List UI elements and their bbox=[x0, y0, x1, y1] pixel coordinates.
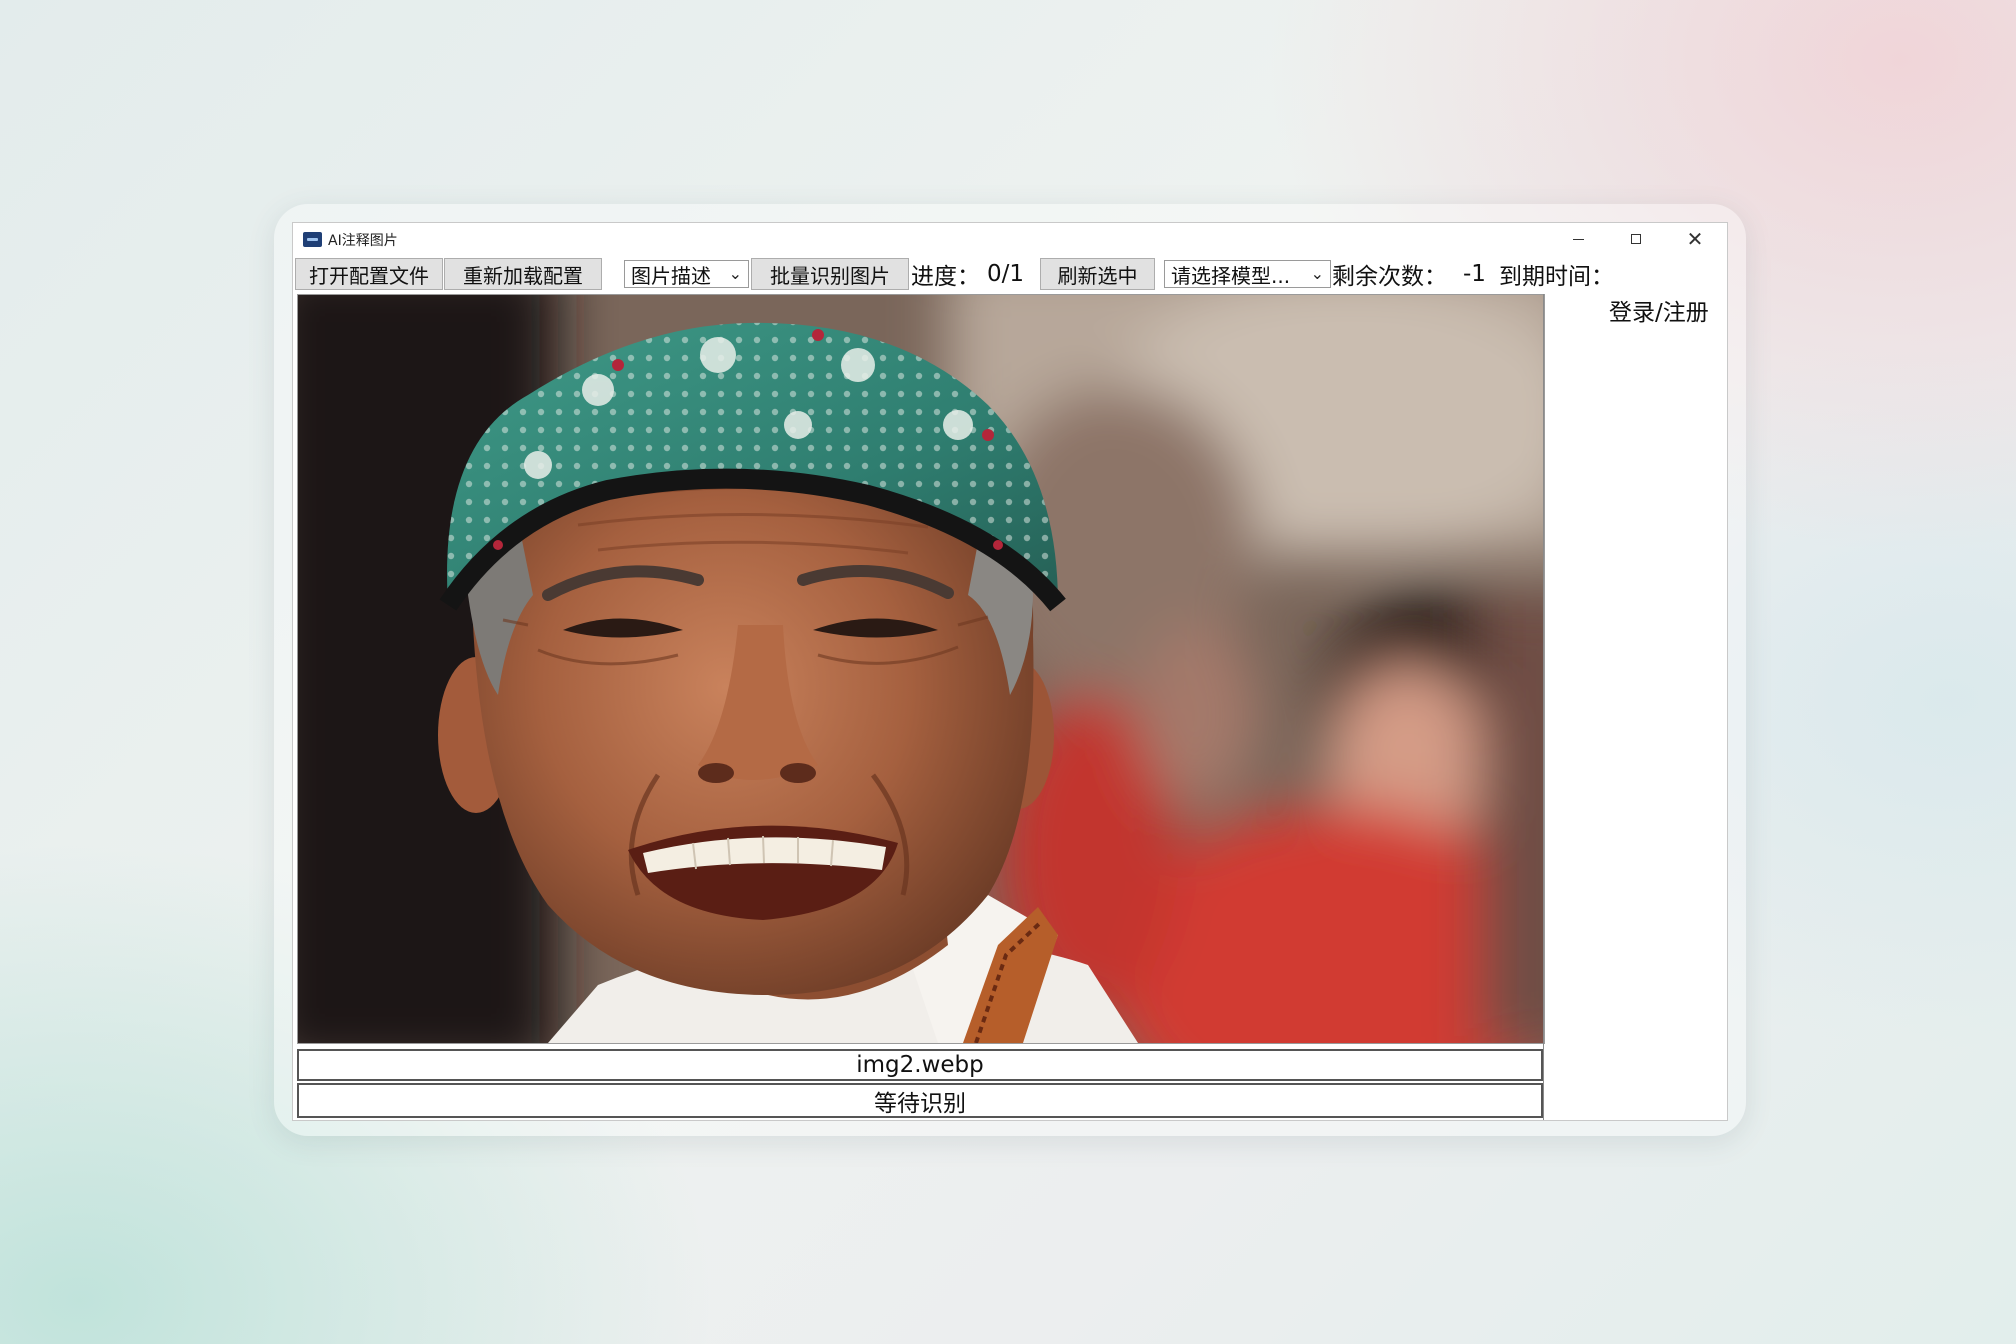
model-select[interactable]: 请选择模型... ⌄ bbox=[1164, 260, 1331, 288]
title-bar[interactable]: AI注释图片 ✕ bbox=[293, 223, 1727, 255]
remaining-label: 剩余次数： bbox=[1332, 264, 1447, 290]
refresh-selected-button[interactable]: 刷新选中 bbox=[1040, 258, 1155, 290]
remaining-value: -1 bbox=[1463, 261, 1486, 287]
chevron-down-icon: ⌄ bbox=[728, 264, 742, 283]
close-icon: ✕ bbox=[1686, 227, 1704, 251]
maximize-button[interactable] bbox=[1607, 223, 1665, 255]
image-preview[interactable] bbox=[297, 294, 1545, 1044]
close-button[interactable]: ✕ bbox=[1666, 223, 1724, 255]
window-title: AI注释图片 bbox=[328, 233, 398, 249]
toolbar: 打开配置文件 重新加载配置 图片描述 ⌄ 批量识别图片 进度： 0/1 刷新选中… bbox=[293, 255, 1727, 291]
mode-select[interactable]: 图片描述 ⌄ bbox=[624, 260, 749, 288]
status-row: 等待识别 bbox=[297, 1083, 1543, 1118]
preview-photo bbox=[298, 295, 1544, 1043]
app-icon bbox=[303, 232, 322, 247]
chevron-down-icon: ⌄ bbox=[1310, 264, 1324, 283]
reload-config-button[interactable]: 重新加载配置 bbox=[444, 258, 602, 290]
model-select-value: 请选择模型... bbox=[1171, 263, 1291, 288]
mode-select-value: 图片描述 bbox=[631, 263, 711, 288]
file-name-row: img2.webp bbox=[297, 1049, 1543, 1081]
minimize-icon bbox=[1572, 238, 1584, 240]
maximize-icon bbox=[1631, 234, 1641, 244]
progress-label: 进度： bbox=[911, 264, 980, 290]
login-register-link[interactable]: 登录/注册 bbox=[1609, 293, 1709, 327]
app-window: AI注释图片 ✕ 打开配置文件 重新加载配置 图片描述 ⌄ 批量识别图片 进度：… bbox=[292, 222, 1728, 1121]
batch-recognize-button[interactable]: 批量识别图片 bbox=[751, 258, 909, 290]
minimize-button[interactable] bbox=[1549, 223, 1607, 255]
panel-divider bbox=[1543, 294, 1544, 1120]
expiry-label: 到期时间： bbox=[1499, 264, 1614, 290]
progress-value: 0/1 bbox=[987, 261, 1025, 287]
open-config-button[interactable]: 打开配置文件 bbox=[295, 258, 443, 290]
